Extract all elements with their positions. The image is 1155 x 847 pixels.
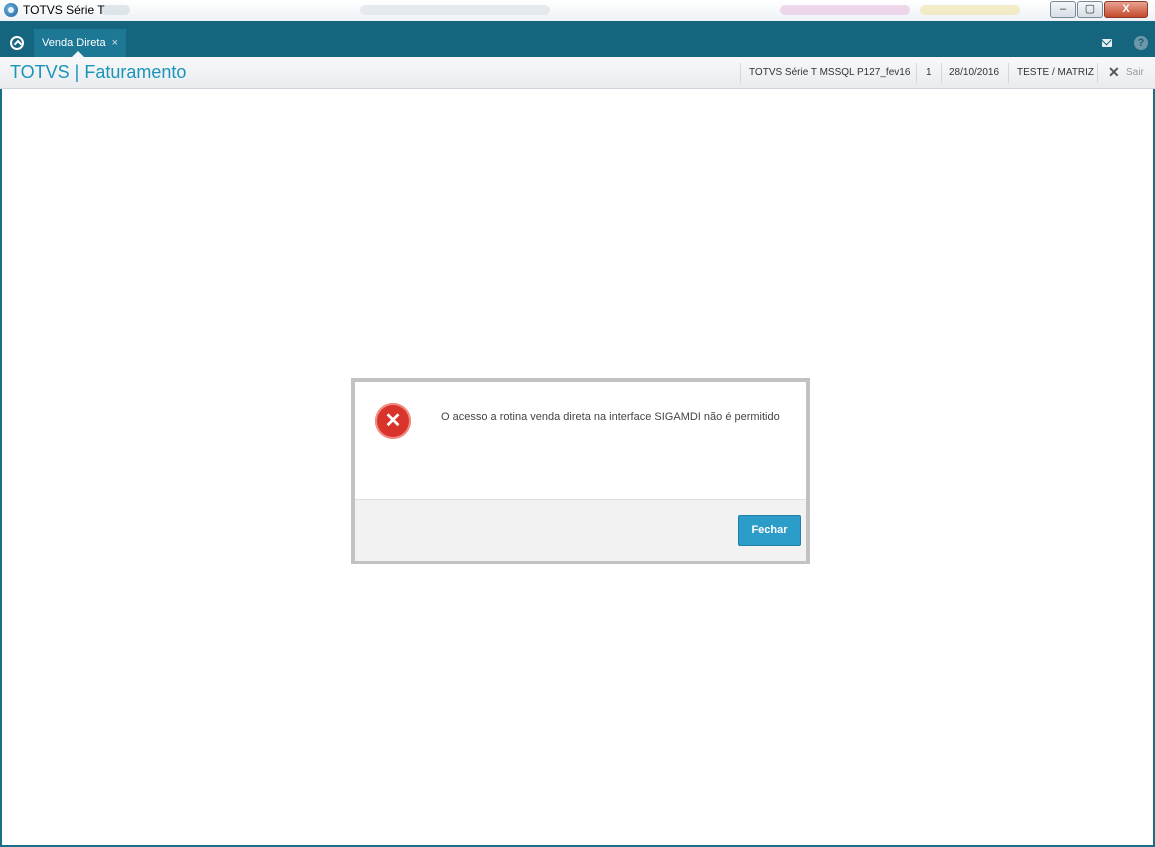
exit-button[interactable]: Sair: [1126, 67, 1144, 78]
window-titlebar: TOTVS Série T – ▢ X: [0, 0, 1155, 22]
maximize-button[interactable]: ▢: [1077, 1, 1103, 18]
base-date[interactable]: 28/10/2016: [949, 67, 999, 78]
tab-close-icon[interactable]: ×: [112, 37, 118, 49]
window-title: TOTVS Série T: [23, 3, 105, 17]
tab-bar: Venda Direta × ?: [0, 29, 1155, 57]
divider: [1097, 63, 1098, 83]
tab-venda-direta[interactable]: Venda Direta ×: [34, 29, 127, 57]
blurred-taskbar-item: [360, 5, 550, 15]
blurred-taskbar-item: [920, 5, 1020, 15]
close-x-icon[interactable]: ✕: [1108, 64, 1120, 81]
divider: [740, 63, 741, 83]
dialog-footer: Fechar: [355, 499, 806, 561]
tabbar-top-strip: [0, 21, 1155, 29]
home-icon[interactable]: [10, 36, 24, 50]
environment-info[interactable]: TOTVS Série T MSSQL P127_fev16: [749, 67, 910, 78]
window-close-button[interactable]: X: [1104, 1, 1148, 18]
close-dialog-button[interactable]: Fechar: [738, 515, 801, 546]
user-branch[interactable]: TESTE / MATRIZ: [1017, 67, 1094, 78]
tab-label: Venda Direta: [42, 37, 106, 49]
module-header: TOTVS | Faturamento TOTVS Série T MSSQL …: [0, 57, 1155, 89]
module-title: TOTVS | Faturamento: [10, 62, 187, 82]
error-icon: ✕: [375, 403, 411, 439]
minimize-button[interactable]: –: [1050, 1, 1076, 18]
mail-icon[interactable]: [1102, 39, 1112, 47]
divider: [1008, 63, 1009, 83]
divider: [941, 63, 942, 83]
error-message: O acesso a rotina venda direta na interf…: [441, 411, 780, 423]
app-logo-icon: [4, 3, 18, 17]
divider: [916, 63, 917, 83]
blurred-taskbar-item: [780, 5, 910, 15]
error-dialog: ✕ O acesso a rotina venda direta na inte…: [351, 378, 810, 564]
help-icon[interactable]: ?: [1134, 36, 1148, 50]
company-code[interactable]: 1: [926, 67, 932, 78]
